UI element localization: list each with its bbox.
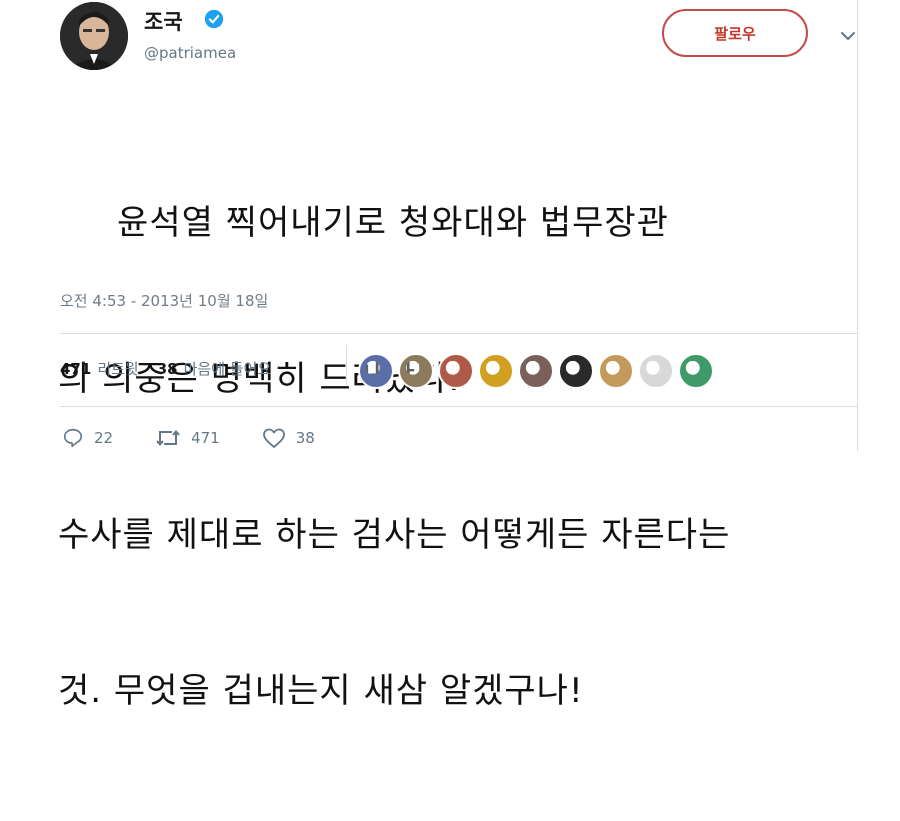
tweet-line: 것. 무엇을 겁내는지 새삼 알겠구나! (58, 671, 584, 711)
liker-avatars (358, 353, 714, 389)
liker-avatar[interactable] (358, 353, 394, 389)
retweet-count: 471 (191, 429, 220, 447)
reply-count: 22 (94, 429, 114, 447)
reply-icon (63, 428, 83, 448)
avatar[interactable] (60, 2, 128, 70)
follow-button[interactable]: 팔로우 (662, 9, 808, 57)
divider (60, 333, 858, 334)
retweet-button[interactable]: 471 (155, 427, 220, 449)
tweet-line: 수사를 제대로 하는 검사는 어떻게든 자른다는 (58, 515, 731, 555)
tweet-line: 윤석열 찍어내기로 청와대와 법무장관 (58, 203, 669, 243)
heart-icon (262, 428, 285, 448)
like-count: 38 (295, 429, 315, 447)
stats-separator (346, 345, 347, 385)
like-button[interactable]: 38 (262, 427, 315, 449)
verified-badge-icon (204, 9, 224, 29)
liker-avatar[interactable] (558, 353, 594, 389)
retweet-icon (156, 429, 180, 447)
tweet-actions: 22 471 38 (62, 427, 357, 449)
likes-count[interactable]: 38 (157, 360, 178, 378)
liker-avatar[interactable] (598, 353, 634, 389)
chevron-down-icon[interactable] (838, 26, 858, 46)
tweet-timestamp[interactable]: 오전 4:53 - 2013년 10월 18일 (60, 290, 268, 311)
divider (60, 406, 858, 407)
liker-avatar[interactable] (638, 353, 674, 389)
liker-avatar[interactable] (678, 353, 714, 389)
retweets-count[interactable]: 471 (60, 360, 91, 378)
likes-label[interactable]: 마음에 들어요 (184, 358, 272, 379)
reply-button[interactable]: 22 (62, 427, 113, 449)
retweets-label[interactable]: 리트윗 (97, 358, 138, 379)
profile-photo (60, 2, 128, 70)
engagement-stats: 471 리트윗 38 마음에 들어요 (60, 358, 283, 379)
tweet-card: 조국 @patriamea 팔로우 윤석열 찍어내기로 청와대와 법무장관 의 … (0, 0, 900, 711)
liker-avatar[interactable] (518, 353, 554, 389)
liker-avatar[interactable] (438, 353, 474, 389)
tweet-text: 윤석열 찍어내기로 청와대와 법무장관 의 의중은 명백히 드러났다. 수사를 … (58, 93, 858, 821)
liker-avatar[interactable] (478, 353, 514, 389)
author-name[interactable]: 조국 (144, 6, 183, 36)
liker-avatar[interactable] (398, 353, 434, 389)
author-handle[interactable]: @patriamea (144, 44, 236, 62)
